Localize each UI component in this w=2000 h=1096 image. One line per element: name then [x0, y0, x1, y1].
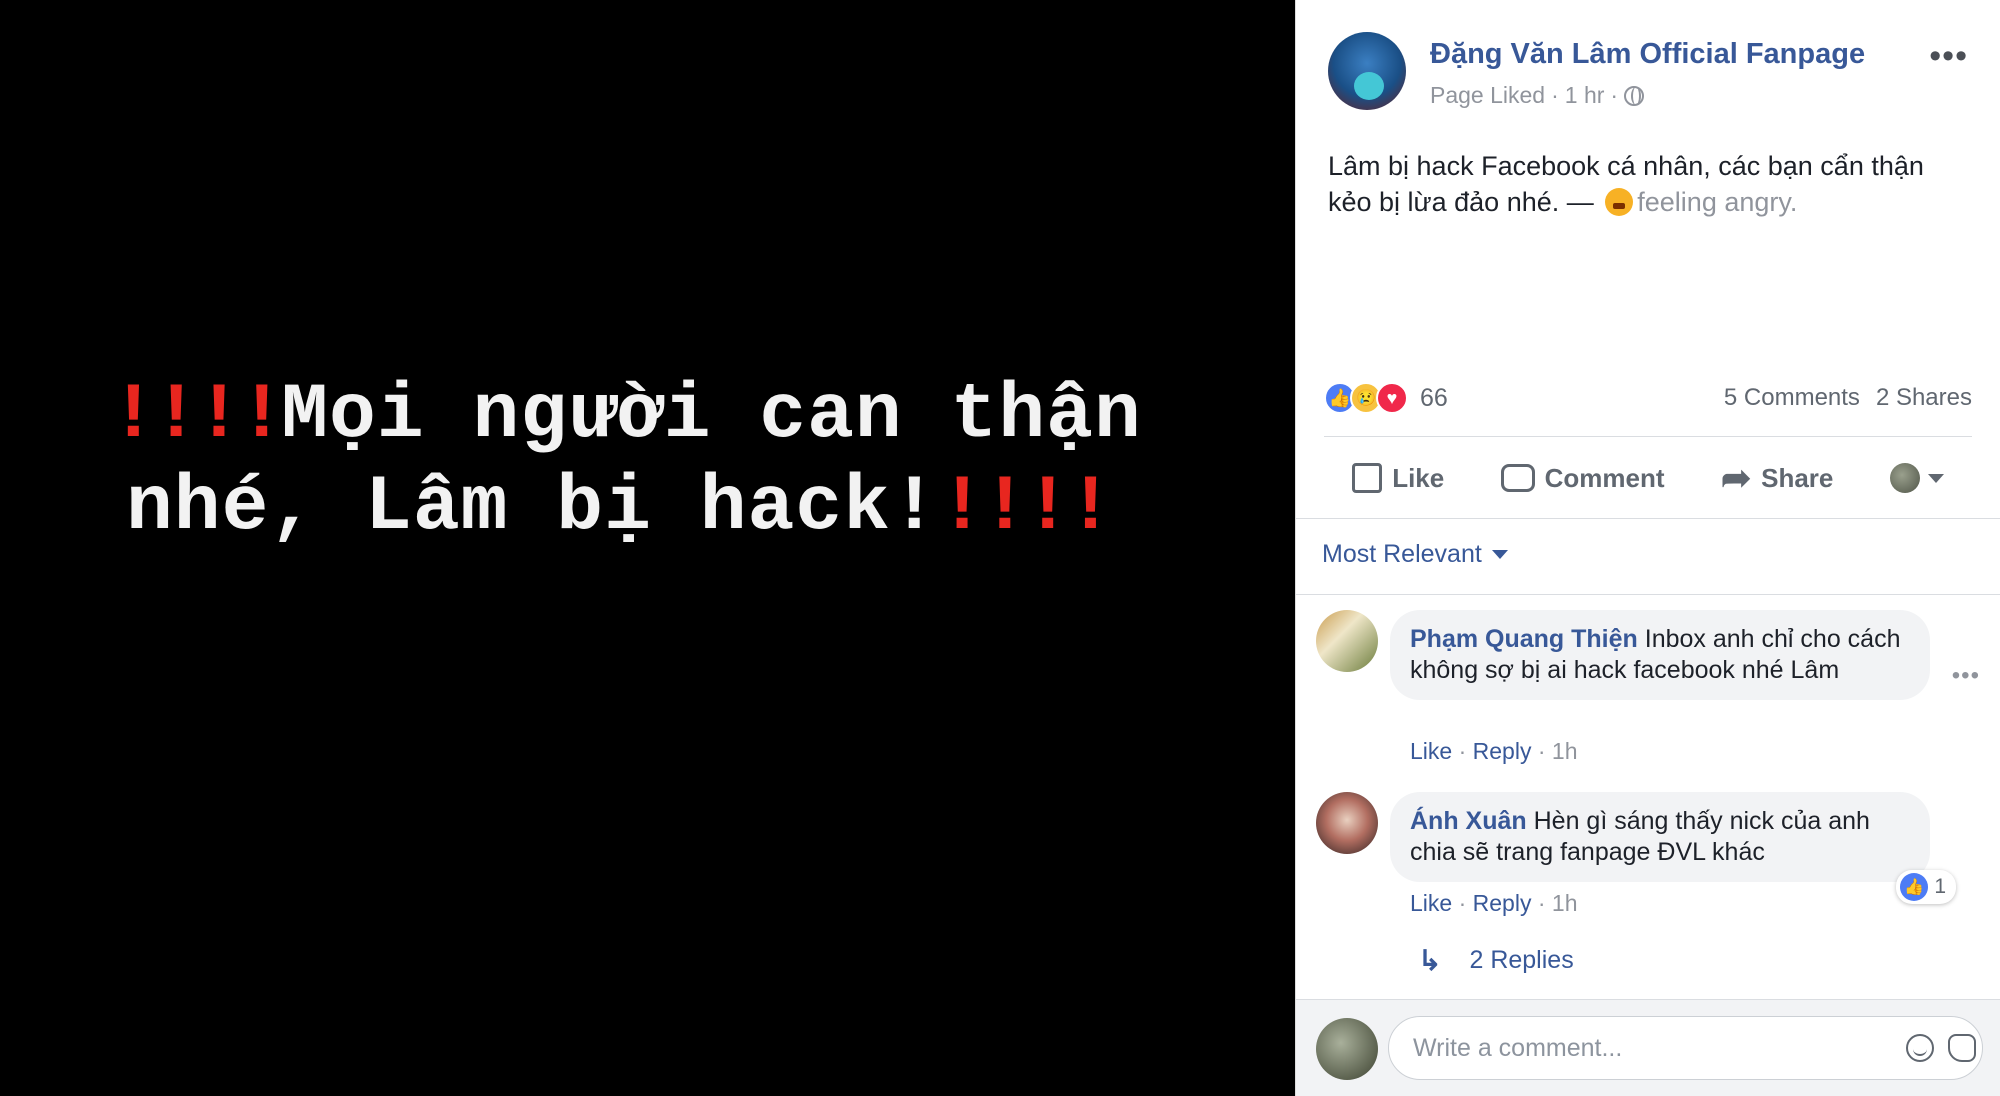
post-header: Đặng Văn Lâm Official Fanpage Page Liked…: [1328, 32, 1980, 118]
photo-viewer: !!!!Mọi người can thận nhé, Lâm bị hack!…: [0, 0, 2000, 1096]
comment-like-badge[interactable]: 👍 1: [1896, 870, 1956, 904]
comment-more-icon[interactable]: •••: [1952, 662, 1980, 690]
post-time[interactable]: 1 hr: [1565, 82, 1605, 109]
view-replies-link[interactable]: ↳ 2 Replies: [1418, 944, 1574, 977]
post-actions: Like Comment ➦ Share: [1324, 446, 1972, 510]
page-status: Page Liked: [1430, 82, 1546, 108]
comment-composer: [1296, 999, 2000, 1096]
like-label: Like: [1392, 462, 1445, 493]
comment-item: Ánh Xuân Hèn gì sáng thấy nick của anh c…: [1316, 792, 1980, 922]
angry-face-icon: [1605, 188, 1634, 216]
page-name-link[interactable]: Đặng Văn Lâm Official Fanpage: [1430, 38, 1865, 71]
globe-icon[interactable]: [1624, 85, 1645, 106]
share-label: Share: [1761, 462, 1834, 493]
share-button[interactable]: ➦ Share: [1721, 457, 1833, 499]
commenter-avatar[interactable]: [1316, 610, 1378, 672]
comment-sort-dropdown[interactable]: Most Relevant: [1322, 540, 1508, 569]
post-photo[interactable]: !!!!Mọi người can thận nhé, Lâm bị hack!…: [0, 0, 1295, 1096]
photo-exclamation-right: !!!!: [938, 464, 1114, 552]
reactions-bar: 👍 😢 ♥ 66 5 Comments 2 Shares: [1324, 378, 1972, 418]
like-button[interactable]: Like: [1352, 463, 1444, 494]
comment-reply-link[interactable]: Reply: [1473, 890, 1532, 916]
commenter-name[interactable]: Phạm Quang Thiện: [1410, 625, 1638, 653]
post-meta: Page Liked · 1 hr ·: [1430, 82, 1645, 109]
comment-bubble: Phạm Quang Thiện Inbox anh chỉ cho cách …: [1390, 610, 1930, 700]
photo-line-1: !!!!Mọi người can thận: [110, 370, 1210, 462]
photo-line-2-text: nhé, Lâm bị hack!: [126, 464, 939, 552]
commenter-name[interactable]: Ánh Xuân: [1410, 807, 1527, 835]
sort-label: Most Relevant: [1322, 540, 1482, 568]
comment-button[interactable]: Comment: [1500, 462, 1665, 494]
comment-actions: Like · Reply · 1h: [1410, 890, 1578, 916]
emoji-icon[interactable]: [1906, 1034, 1934, 1062]
comment-like-count: 1: [1934, 875, 1946, 898]
comment-label: Comment: [1544, 462, 1665, 493]
photo-exclamation-left: !!!!: [110, 372, 285, 460]
comment-time[interactable]: 1h: [1552, 738, 1578, 764]
divider: [1296, 594, 2000, 595]
comment-bubble-icon: [1500, 464, 1535, 492]
comment-bubble: Ánh Xuân Hèn gì sáng thấy nick của anh c…: [1390, 792, 1930, 882]
post-sidebar: Đặng Văn Lâm Official Fanpage Page Liked…: [1295, 0, 2000, 1096]
post-text: Lâm bị hack Facebook cá nhân, các bạn cẩ…: [1328, 148, 1968, 220]
photo-line-1-text: Mọi người can thận: [281, 372, 1142, 460]
more-options-icon[interactable]: •••: [1929, 39, 1968, 73]
reply-arrow-icon: ↳: [1418, 945, 1442, 976]
avatar-ball-graphic: [1354, 72, 1384, 100]
share-arrow-icon: ➦: [1720, 457, 1752, 498]
post-stats: 5 Comments 2 Shares: [1724, 384, 1972, 412]
feeling-text[interactable]: feeling angry.: [1637, 187, 1797, 217]
love-reaction-icon[interactable]: ♥: [1376, 382, 1408, 414]
meta-dot: ·: [1610, 82, 1619, 108]
caret-down-icon: [1927, 473, 1944, 483]
commenter-avatar[interactable]: [1316, 792, 1378, 854]
thumbs-up-icon: 👍: [1900, 873, 1929, 901]
photo-line-2: nhé, Lâm bị hack!!!!!: [110, 462, 1210, 554]
divider: [1296, 518, 2000, 519]
comment-item: Phạm Quang Thiện Inbox anh chỉ cho cách …: [1316, 610, 1980, 770]
thumbs-up-icon: [1352, 463, 1383, 493]
comment-like-link[interactable]: Like: [1410, 890, 1452, 916]
comment-actions: Like · Reply · 1h: [1410, 738, 1578, 764]
replies-label: 2 Replies: [1469, 946, 1574, 974]
comments-count[interactable]: 5 Comments: [1724, 384, 1860, 412]
comment-reply-link[interactable]: Reply: [1473, 738, 1532, 764]
photo-caption-text: !!!!Mọi người can thận nhé, Lâm bị hack!…: [110, 370, 1210, 554]
comment-input[interactable]: [1388, 1016, 1983, 1080]
user-avatar: [1889, 463, 1920, 493]
current-user-avatar: [1316, 1018, 1378, 1080]
meta-dot: ·: [1551, 82, 1559, 108]
reaction-count[interactable]: 66: [1420, 384, 1448, 413]
comment-time[interactable]: 1h: [1552, 890, 1578, 916]
caret-down-icon: [1491, 550, 1508, 559]
post-as-selector[interactable]: [1889, 463, 1944, 493]
page-avatar[interactable]: [1328, 32, 1406, 110]
comment-like-link[interactable]: Like: [1410, 738, 1452, 764]
divider: [1324, 436, 1972, 437]
sticker-icon[interactable]: [1948, 1034, 1976, 1062]
shares-count[interactable]: 2 Shares: [1876, 384, 1972, 412]
